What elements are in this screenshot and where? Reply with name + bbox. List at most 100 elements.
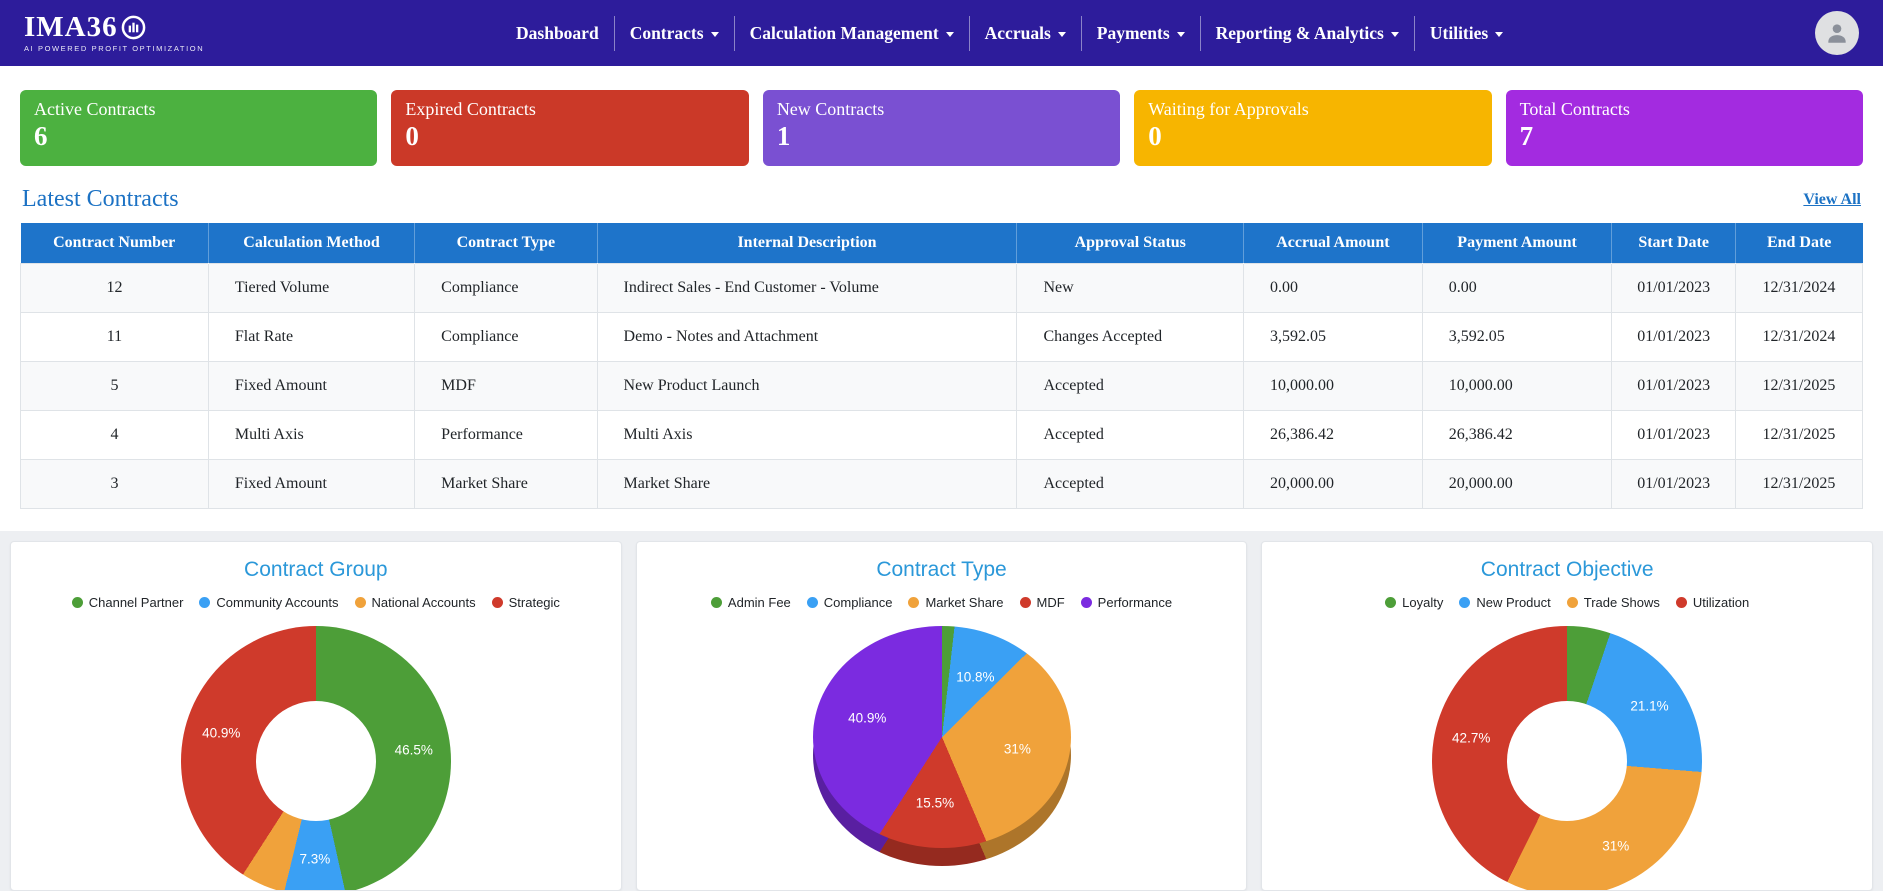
legend-item-community-accounts[interactable]: Community Accounts	[199, 595, 339, 610]
column-header-accrual-amount: Accrual Amount	[1243, 223, 1423, 263]
table-cell: Fixed Amount	[207, 458, 416, 509]
stat-card-new-contracts: New Contracts 1	[762, 90, 1121, 166]
chevron-down-icon	[1176, 32, 1185, 37]
column-header-start-date: Start Date	[1611, 223, 1736, 263]
stat-value: 0	[1148, 121, 1162, 151]
legend-item-performance[interactable]: Performance	[1080, 595, 1172, 610]
nav-item-label: Dashboard	[516, 22, 599, 43]
nav-item-payments[interactable]: Payments	[1080, 15, 1200, 51]
table-row[interactable]: 3 Fixed Amount Market Share Market Share Acc…	[20, 458, 1864, 509]
table-cell: 26,386.42	[1243, 409, 1423, 460]
stat-value: 6	[34, 121, 48, 151]
table-cell: MDF	[414, 360, 598, 411]
table-cell: Market Share	[414, 458, 598, 509]
nav-item-dashboard[interactable]: Dashboard	[501, 16, 614, 51]
table-cell: 3	[20, 458, 209, 509]
stat-value: 1	[776, 121, 791, 151]
table-cell: 01/01/2023	[1611, 360, 1736, 411]
table-cell: 20,000.00	[1421, 458, 1613, 509]
stat-value: 0	[405, 121, 419, 151]
legend-item-strategic[interactable]: Strategic	[491, 594, 560, 610]
charts-section: Contract Group Channel Partner Community …	[0, 530, 1883, 891]
chevron-down-icon	[710, 32, 719, 37]
stat-label: Total Contracts	[1519, 99, 1630, 119]
legend-label: Strategic	[508, 594, 560, 610]
table-cell: 0.00	[1421, 262, 1613, 313]
legend-item-mdf[interactable]: MDF	[1019, 595, 1065, 610]
nav-item-utilities[interactable]: Utilities	[1413, 15, 1518, 51]
stats-row: Active Contracts 6 Expired Contracts 0 New C…	[0, 66, 1883, 174]
table-cell: Fixed Amount	[207, 360, 416, 411]
chevron-down-icon	[1390, 32, 1399, 37]
nav-item-contracts[interactable]: Contracts	[613, 15, 734, 51]
table-cell: 12/31/2025	[1734, 409, 1864, 460]
slice-label: 7.3%	[299, 851, 331, 867]
legend-item-trade-shows[interactable]: Trade Shows	[1566, 594, 1660, 610]
chart-title: Contract Objective	[1480, 557, 1654, 581]
table-cell: 4	[20, 409, 209, 460]
nav-item-label: Contracts	[629, 22, 704, 43]
table-cell: Compliance	[414, 311, 598, 362]
table-cell: Accepted	[1016, 458, 1245, 509]
table-cell: 11	[20, 311, 209, 362]
table-cell: 10,000.00	[1243, 360, 1423, 411]
brand-logo[interactable]: IMA36 AI POWERED PROFIT OPTIMIZATION	[24, 13, 204, 53]
chevron-down-icon	[1495, 32, 1504, 37]
chart-title: Contract Group	[244, 557, 388, 581]
stat-label: Expired Contracts	[405, 99, 536, 119]
legend-item-national-accounts[interactable]: National Accounts	[354, 595, 476, 610]
chart-card-contract-objective: Contract Objective Loyalty New Product Tra…	[1261, 540, 1874, 891]
chart-canvas: 21.1% 31% 42.7%	[1432, 625, 1703, 891]
legend-label: Trade Shows	[1583, 594, 1660, 610]
chart-legend: Admin Fee Compliance Market Share MDF Perfor…	[637, 595, 1247, 610]
latest-contracts-title: Latest Contracts	[22, 186, 179, 212]
table-row[interactable]: 11 Flat Rate Compliance Demo - Notes and At…	[20, 311, 1864, 362]
nav-item-calculation-management[interactable]: Calculation Management	[733, 15, 969, 51]
table-cell: 01/01/2023	[1611, 262, 1736, 313]
table-cell: 01/01/2023	[1611, 311, 1736, 362]
slice-label: 42.7%	[1452, 730, 1491, 746]
legend-dot	[491, 596, 503, 608]
table-cell: 26,386.42	[1421, 409, 1613, 460]
slice-label: 21.1%	[1630, 698, 1669, 714]
stat-label: New Contracts	[776, 99, 885, 119]
legend-item-channel-partner[interactable]: Channel Partner	[71, 595, 183, 610]
contracts-table-wrap: Contract Number Calculation Method Contrac…	[0, 223, 1883, 509]
legend-dot	[806, 596, 818, 608]
chart-legend: Loyalty New Product Trade Shows Utilization	[1262, 595, 1872, 610]
view-all-link[interactable]: View All	[1803, 191, 1861, 209]
user-avatar[interactable]	[1814, 11, 1859, 55]
slice-label: 31%	[1602, 838, 1630, 854]
chart-card-contract-type: Contract Type Admin Fee Compliance Market …	[635, 540, 1248, 891]
legend-item-loyalty[interactable]: Loyalty	[1385, 595, 1443, 610]
stat-label: Active Contracts	[34, 99, 156, 119]
table-row[interactable]: 4 Multi Axis Performance Multi Axis Accepted…	[20, 409, 1864, 460]
legend-label: Loyalty	[1402, 594, 1444, 610]
table-cell: 12/31/2025	[1734, 360, 1864, 411]
nav-item-label: Reporting & Analytics	[1215, 22, 1384, 43]
legend-dot	[1385, 596, 1397, 608]
legend-item-compliance[interactable]: Compliance	[806, 594, 893, 610]
legend-item-admin-fee[interactable]: Admin Fee	[710, 595, 791, 610]
nav-item-accruals[interactable]: Accruals	[968, 15, 1081, 51]
table-cell: 10,000.00	[1421, 360, 1613, 411]
pie-chart	[812, 625, 1071, 848]
table-row[interactable]: 12 Tiered Volume Compliance Indirect Sales …	[20, 262, 1864, 313]
nav-item-reporting-analytics[interactable]: Reporting & Analytics	[1199, 15, 1414, 51]
legend-label: Compliance	[823, 594, 893, 610]
legend-item-new-product[interactable]: New Product	[1459, 595, 1551, 610]
legend-item-utilization[interactable]: Utilization	[1675, 595, 1749, 610]
table-cell: Accepted	[1016, 360, 1245, 411]
chart-canvas: 46.5% 7.3% 40.9%	[180, 625, 451, 891]
column-header-internal-description: Internal Description	[597, 223, 1018, 263]
table-row[interactable]: 5 Fixed Amount MDF New Product Launch Accept…	[20, 360, 1864, 411]
table-cell: 5	[20, 360, 209, 411]
chart-legend: Channel Partner Community Accounts Nationa…	[11, 595, 621, 610]
legend-item-market-share[interactable]: Market Share	[908, 595, 1004, 610]
slice-label: 15.5%	[915, 795, 955, 811]
table-cell: 12/31/2024	[1734, 262, 1864, 313]
stat-label: Waiting for Approvals	[1148, 99, 1309, 119]
legend-dot	[1675, 596, 1687, 608]
legend-dot	[1080, 596, 1092, 608]
chart-canvas: 10.8% 31% 15.5% 40.9%	[812, 625, 1071, 866]
